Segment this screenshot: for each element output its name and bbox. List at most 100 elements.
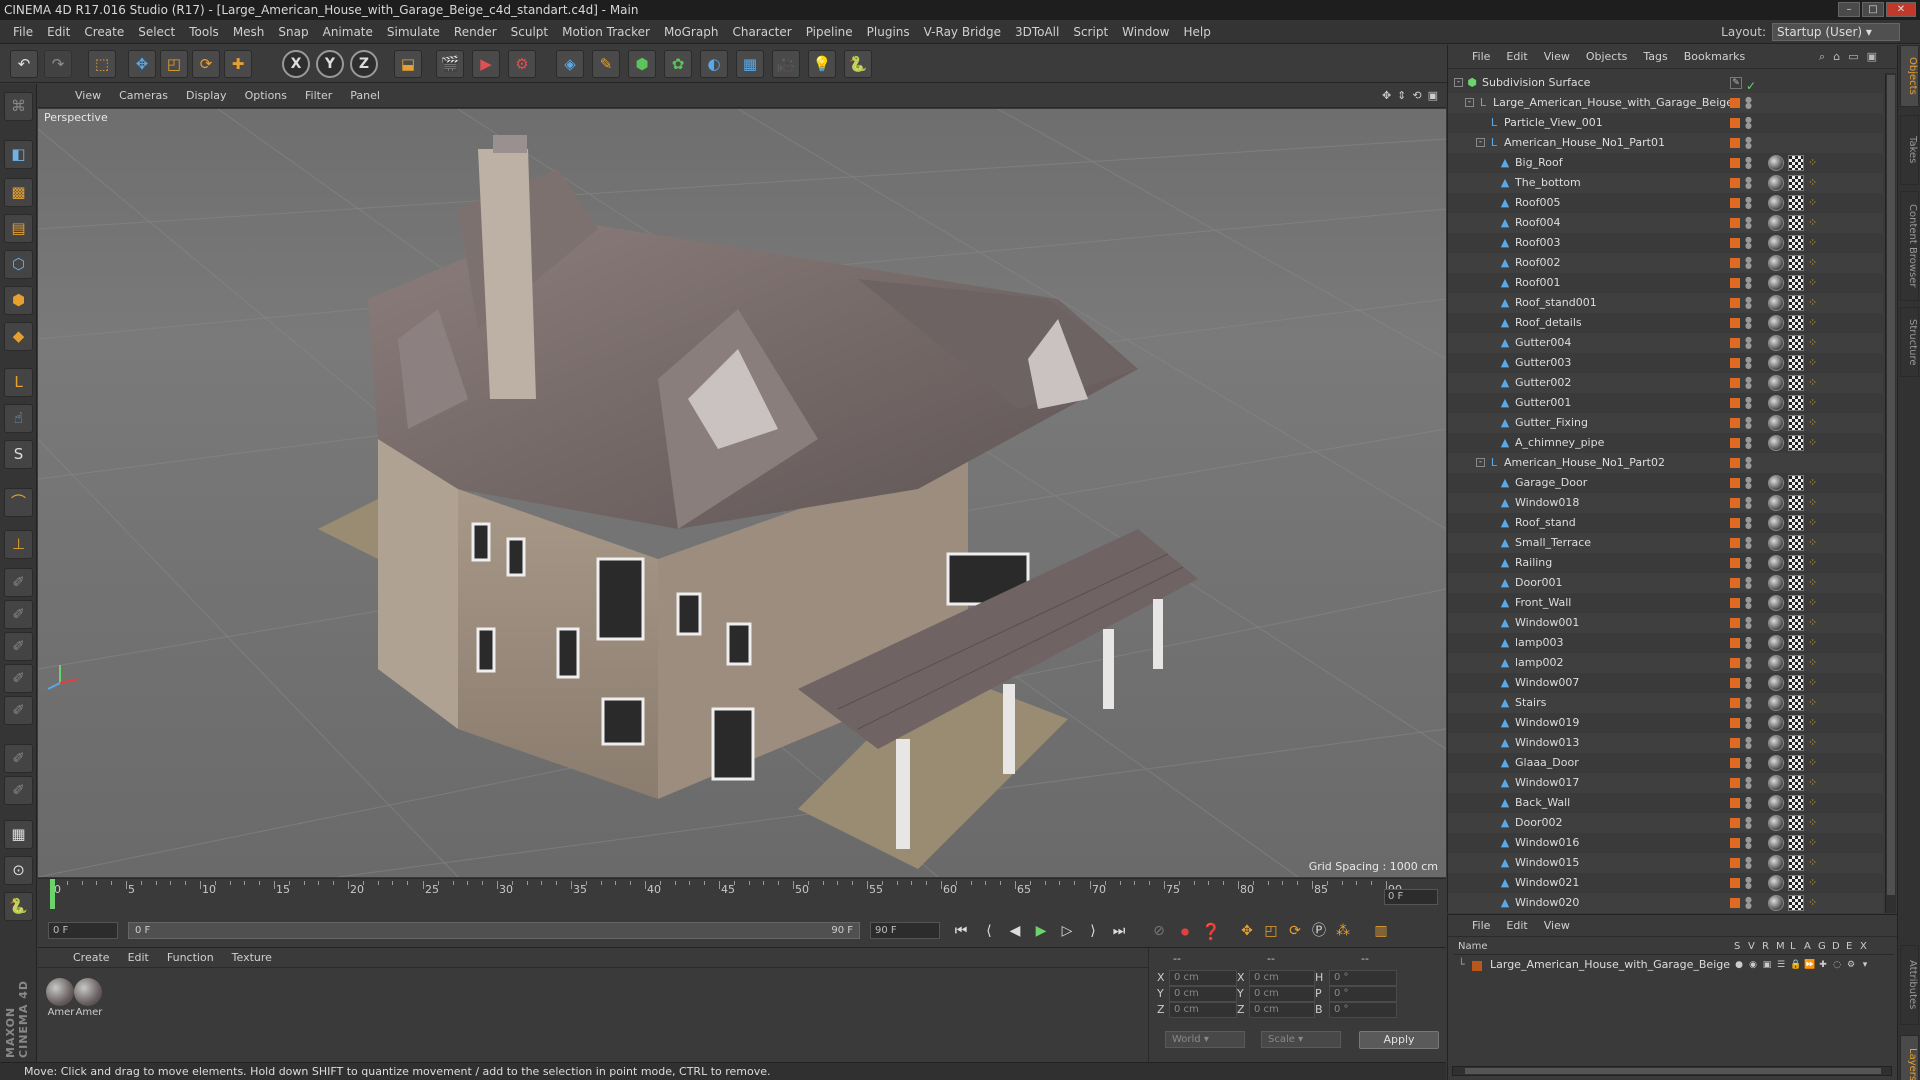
model-mode-icon[interactable]: ◧ (4, 140, 33, 169)
coord-value-field[interactable]: 0 cm (1169, 1002, 1237, 1018)
material-menu-edit[interactable]: Edit (119, 951, 158, 964)
z-axis-lock-icon[interactable]: Z (350, 50, 378, 78)
uvw-tag-icon[interactable] (1788, 515, 1804, 531)
menu-file[interactable]: File (6, 25, 40, 39)
dock-tab-structure[interactable]: Structure (1900, 307, 1919, 377)
material-menu-function[interactable]: Function (158, 951, 223, 964)
object-row[interactable]: ▲ Gutter_Fixing ● ● ⁘ (1448, 413, 1883, 433)
uvw-tag-icon[interactable] (1788, 275, 1804, 291)
material-tag-icon[interactable] (1768, 255, 1784, 271)
layer-flag-header[interactable]: A (1804, 941, 1811, 952)
layer-color-chip[interactable] (1730, 258, 1740, 268)
object-row[interactable]: ▲ Roof003 ● ● ⁘ (1448, 233, 1883, 253)
layer-visible-editor-icon[interactable]: ◉ (1748, 960, 1758, 971)
visibility-dots-icon[interactable]: ● ● (1745, 156, 1752, 170)
layer-color-chip[interactable] (1730, 138, 1740, 148)
menu-mograph[interactable]: MoGraph (657, 25, 726, 39)
visibility-dots-icon[interactable]: ● ● (1745, 776, 1752, 790)
sculpt-brush-icon[interactable]: ✐ (4, 568, 33, 597)
live-selection-icon[interactable]: ⬚ (88, 50, 116, 78)
object-row[interactable]: ▲ Roof_stand ● ● ⁘ (1448, 513, 1883, 533)
visibility-dots-icon[interactable]: ● ● (1745, 576, 1752, 590)
layer-color-chip[interactable] (1730, 798, 1740, 808)
uvw-tag-icon[interactable] (1788, 335, 1804, 351)
material-tag-icon[interactable] (1768, 755, 1784, 771)
selection-tag-icon[interactable]: ⁘ (1808, 537, 1822, 551)
material-tag-icon[interactable] (1768, 355, 1784, 371)
layer-flag-header[interactable]: V (1748, 941, 1755, 952)
make-editable-icon[interactable]: ⌘ (4, 92, 33, 121)
menu-mesh[interactable]: Mesh (226, 25, 272, 39)
object-row[interactable]: ▲ Roof004 ● ● ⁘ (1448, 213, 1883, 233)
selection-tag-icon[interactable]: ⁘ (1808, 857, 1822, 871)
current-frame-field[interactable]: 0 F (1384, 889, 1438, 905)
object-row[interactable]: ▲ Small_Terrace ● ● ⁘ (1448, 533, 1883, 553)
visibility-dots-icon[interactable]: ● ● (1745, 436, 1752, 450)
selection-tag-icon[interactable]: ⁘ (1808, 877, 1822, 891)
material-tag-icon[interactable] (1768, 775, 1784, 791)
material-tag-icon[interactable] (1768, 595, 1784, 611)
visibility-dots-icon[interactable]: ● ● (1745, 536, 1752, 550)
python-script-icon[interactable]: 🐍 (4, 892, 33, 921)
layer-flag-header[interactable]: X (1860, 941, 1867, 952)
autokey-icon[interactable]: ❓ (1200, 921, 1222, 942)
object-row[interactable]: ▲ Window013 ● ● ⁘ (1448, 733, 1883, 753)
visibility-dots-icon[interactable]: ● ● (1745, 876, 1752, 890)
selection-tag-icon[interactable]: ⁘ (1808, 357, 1822, 371)
layer-color-chip[interactable] (1730, 118, 1740, 128)
selection-tag-icon[interactable]: ⁘ (1808, 237, 1822, 251)
selection-tag-icon[interactable]: ⁘ (1808, 397, 1822, 411)
uvw-tag-icon[interactable] (1788, 495, 1804, 511)
selection-tag-icon[interactable]: ⁘ (1808, 197, 1822, 211)
layer-color-chip[interactable] (1730, 758, 1740, 768)
selection-tag-icon[interactable]: ⁘ (1808, 437, 1822, 451)
menu-render[interactable]: Render (447, 25, 504, 39)
menu-create[interactable]: Create (77, 25, 131, 39)
material-tag-icon[interactable] (1768, 615, 1784, 631)
uvw-tag-icon[interactable] (1788, 415, 1804, 431)
visibility-dots-icon[interactable]: ● ● (1745, 376, 1752, 390)
material-tag-icon[interactable] (1768, 875, 1784, 891)
object-tree-scrollbar[interactable] (1885, 73, 1896, 913)
dock-tab-objects[interactable]: Objects (1900, 45, 1919, 107)
object-menu-view[interactable]: View (1536, 50, 1578, 63)
key-rotation-icon[interactable]: ⟳ (1284, 921, 1306, 942)
material-tag-icon[interactable] (1768, 275, 1784, 291)
python-icon[interactable]: 🐍 (844, 50, 872, 78)
close-button[interactable]: ✕ (1886, 2, 1916, 17)
viewport-menu-options[interactable]: Options (236, 89, 296, 102)
layer-scrollbar[interactable] (1452, 1066, 1892, 1076)
layer-color-chip[interactable] (1730, 218, 1740, 228)
uvw-tag-icon[interactable] (1788, 255, 1804, 271)
layer-manager-icon[interactable]: ☰ (1776, 960, 1786, 971)
object-row[interactable]: - ⬢ Subdivision Surface ✎ ✓ (1448, 73, 1883, 93)
uvw-tag-icon[interactable] (1788, 315, 1804, 331)
end-frame-field[interactable]: 90 F (870, 922, 940, 939)
menu-snap[interactable]: Snap (271, 25, 315, 39)
object-row[interactable]: ▲ lamp003 ● ● ⁘ (1448, 633, 1883, 653)
material-tag-icon[interactable] (1768, 295, 1784, 311)
uvw-tag-icon[interactable] (1788, 875, 1804, 891)
layer-color-chip[interactable] (1730, 478, 1740, 488)
selection-tag-icon[interactable]: ⁘ (1808, 777, 1822, 791)
object-row[interactable]: L Particle_View_001 ● ● (1448, 113, 1883, 133)
dock-tab-content-browser[interactable]: Content Browser (1900, 191, 1919, 301)
layer-color-chip[interactable] (1730, 198, 1740, 208)
layer-color-chip[interactable] (1730, 298, 1740, 308)
dock-tab-attributes[interactable]: Attributes (1900, 945, 1919, 1025)
material-tag-icon[interactable] (1768, 495, 1784, 511)
next-keyframe-icon[interactable]: ⟩ (1082, 921, 1104, 942)
coord-value-field[interactable]: 0 cm (1169, 970, 1237, 986)
object-row[interactable]: ▲ Glaaa_Door ● ● ⁘ (1448, 753, 1883, 773)
selection-tag-icon[interactable]: ⁘ (1808, 517, 1822, 531)
expand-toggle-icon[interactable]: - (1476, 138, 1485, 147)
visibility-dots-icon[interactable]: ● ● (1745, 96, 1752, 110)
render-view-icon[interactable]: 🎬 (436, 50, 464, 78)
material-tag-icon[interactable] (1768, 635, 1784, 651)
viewport-menu-panel[interactable]: Panel (341, 89, 389, 102)
viewport-menu-cameras[interactable]: Cameras (110, 89, 177, 102)
viewport-zoom-icon[interactable]: ⇕ (1397, 89, 1406, 102)
layer-color-chip[interactable] (1730, 98, 1740, 108)
selection-tag-icon[interactable]: ⁘ (1808, 557, 1822, 571)
selection-tag-icon[interactable]: ⁘ (1808, 837, 1822, 851)
